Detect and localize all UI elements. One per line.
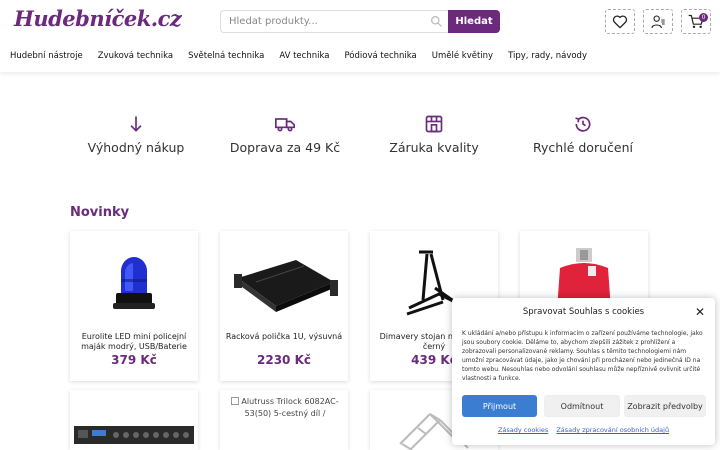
- user-icon: [651, 14, 665, 28]
- search-icon: [431, 16, 442, 27]
- product-name[interactable]: Eurolite LED mini policejní maják modrý,…: [74, 332, 194, 352]
- arrow-down-icon: [130, 116, 142, 132]
- site-header: Hudebníček.cz Hledat 0 Hudební nástroje …: [0, 0, 720, 72]
- search-input[interactable]: [220, 10, 448, 33]
- product-image[interactable]: [220, 239, 348, 329]
- deny-cookies-button[interactable]: Odmítnout: [544, 395, 620, 417]
- benefit-item: Výhodný nákup: [61, 110, 211, 155]
- product-name[interactable]: Racková polička 1U, výsuvná: [224, 332, 344, 342]
- product-card[interactable]: Racková polička 1U, výsuvná 2230 Kč: [220, 231, 348, 381]
- search-bar: Hledat: [220, 10, 500, 33]
- cookie-preferences-button[interactable]: Zobrazit předvolby: [624, 395, 706, 417]
- truck-icon: [275, 118, 295, 132]
- nav-item-svetelna-technika[interactable]: Světelná technika: [188, 51, 264, 61]
- main-navigation: Hudební nástroje Zvuková technika Světel…: [10, 51, 602, 61]
- benefit-label: Rychlé doručení: [533, 140, 633, 155]
- cookie-policy-link[interactable]: Zásady cookies: [498, 426, 548, 434]
- product-card[interactable]: Alutruss Trilock 6082AC-53(50) 5-cestný …: [220, 390, 348, 450]
- broken-image-icon: [231, 397, 240, 405]
- cart-button[interactable]: 0: [681, 9, 711, 34]
- accept-cookies-button[interactable]: Přijmout: [462, 395, 537, 417]
- nav-item-hudebni-nastroje[interactable]: Hudební nástroje: [10, 51, 83, 61]
- police-beacon-image: [113, 257, 155, 309]
- store-icon: [425, 115, 443, 133]
- cookie-links: Zásady cookies Zásady zpracování osobníc…: [452, 426, 715, 434]
- benefit-item: Rychlé doručení: [508, 110, 658, 155]
- cookie-consent-dialog: Spravovat Souhlas s cookies ✕ K ukládání…: [452, 298, 715, 445]
- product-image[interactable]: [70, 239, 198, 329]
- nav-item-tipy[interactable]: Tipy, rady, návody: [508, 51, 587, 61]
- cookie-title: Spravovat Souhlas s cookies: [522, 307, 645, 317]
- nav-item-av-technika[interactable]: AV technika: [279, 51, 329, 61]
- nav-item-zvukova-technika[interactable]: Zvuková technika: [98, 51, 173, 61]
- nav-item-podiova-technika[interactable]: Pódiová technika: [344, 51, 416, 61]
- wishlist-button[interactable]: [605, 9, 635, 34]
- product-card[interactable]: Eurolite LED mini policejní maják modrý,…: [70, 231, 198, 381]
- product-card[interactable]: [70, 390, 198, 450]
- benefit-item: Doprava za 49 Kč: [210, 110, 360, 155]
- product-price: 2230 Kč: [257, 353, 311, 367]
- benefit-item: Záruka kvality: [359, 110, 509, 155]
- section-title-novinky: Novinky: [70, 205, 130, 220]
- power-distributor-image: [74, 426, 194, 444]
- product-alt-text: Alutruss Trilock 6082AC-53(50) 5-cestný …: [241, 397, 339, 418]
- broken-image-alt-text[interactable]: Alutruss Trilock 6082AC-53(50) 5-cestný …: [226, 396, 344, 420]
- site-logo[interactable]: Hudebníček.cz: [14, 6, 182, 31]
- privacy-policy-link[interactable]: Zásady zpracování osobních údajů: [556, 426, 669, 434]
- cart-count-badge: 0: [699, 13, 708, 22]
- benefit-label: Záruka kvality: [389, 140, 479, 155]
- benefit-label: Doprava za 49 Kč: [229, 140, 341, 155]
- search-button[interactable]: Hledat: [448, 10, 500, 33]
- rack-shelf-image: [234, 260, 338, 312]
- nav-item-umele-kvetiny[interactable]: Umělé květiny: [432, 51, 493, 61]
- cookie-description: K ukládání a/nebo přístupu k informacím …: [462, 330, 703, 382]
- close-icon[interactable]: ✕: [695, 306, 705, 318]
- history-icon: [575, 116, 591, 132]
- product-price: 379 Kč: [111, 353, 157, 367]
- benefits-bar: Výhodný nákup Doprava za 49 Kč Záruka kv…: [0, 110, 720, 160]
- benefit-label: Výhodný nákup: [87, 140, 185, 155]
- account-button[interactable]: [643, 9, 673, 34]
- heart-icon: [612, 15, 628, 28]
